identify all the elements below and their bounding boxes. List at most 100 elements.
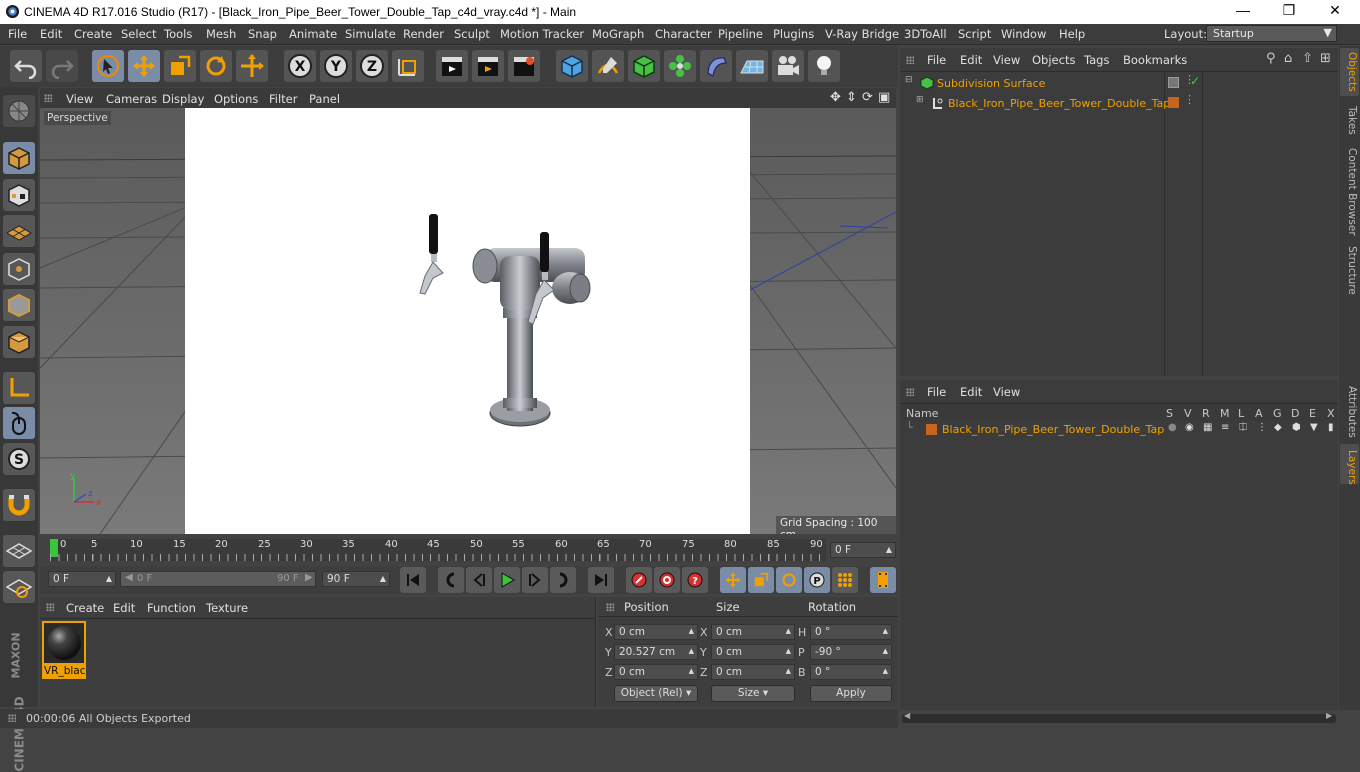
autokey-button[interactable] [654, 567, 680, 593]
tweak-mode-button[interactable] [3, 407, 35, 439]
material-menu-edit[interactable]: Edit [113, 601, 135, 615]
record-position-button[interactable] [720, 567, 746, 593]
camera-button[interactable] [772, 50, 804, 82]
texture-mode-button[interactable] [3, 179, 35, 211]
redo-button[interactable] [46, 50, 78, 82]
menu-character[interactable]: Character [655, 27, 712, 41]
pen-spline-button[interactable] [592, 50, 624, 82]
timeline-track[interactable]: 0 5 10 15 20 25 30 35 40 45 50 55 60 65 … [50, 539, 826, 561]
maximize-button[interactable]: ❐ [1266, 2, 1312, 22]
object-row[interactable]: ⊟ Subdivision Surface ⋮ ✓ [900, 73, 1338, 92]
apply-button[interactable]: Apply [810, 685, 892, 702]
next-key-button[interactable] [550, 567, 576, 593]
keyframe-selection-button[interactable]: ? [682, 567, 708, 593]
size-x-field[interactable]: 0 cm ▲ [711, 624, 795, 640]
menu-simulate[interactable]: Simulate [345, 27, 396, 41]
previous-key-button[interactable] [438, 567, 464, 593]
snap-button[interactable]: S [3, 443, 35, 475]
points-mode-button[interactable] [3, 253, 35, 285]
layout-dropdown[interactable]: Startup ▼ [1206, 25, 1337, 42]
collapse-icon[interactable]: ⊟ [905, 75, 913, 85]
go-to-end-button[interactable] [588, 567, 614, 593]
magnet-button[interactable] [3, 489, 35, 521]
search-icon[interactable]: ⚲ [1266, 51, 1276, 66]
position-x-field[interactable]: 0 cm ▲ [614, 624, 698, 640]
zoom-view-icon[interactable]: ⇕ [846, 90, 857, 105]
maximize-view-icon[interactable]: ▣ [878, 90, 890, 105]
new-view-icon[interactable]: ⊞ [1320, 51, 1331, 66]
tab-takes[interactable]: Takes [1341, 106, 1358, 135]
tab-attributes[interactable]: Attributes [1341, 386, 1358, 438]
spinner-icon[interactable]: ▲ [689, 667, 694, 675]
expand-icon[interactable]: ⊞ [916, 95, 924, 105]
spinner-icon[interactable]: ▲ [883, 627, 888, 635]
viewport-menu-options[interactable]: Options [214, 92, 258, 106]
editor-visibility-toggle[interactable] [1168, 77, 1179, 88]
deformer-button[interactable] [700, 50, 732, 82]
timeline-window-button[interactable] [870, 567, 896, 593]
render-settings-button[interactable] [508, 50, 540, 82]
menu-snap[interactable]: Snap [248, 27, 277, 41]
size-y-field[interactable]: 0 cm ▲ [711, 644, 795, 660]
subdivision-surface-button[interactable] [628, 50, 660, 82]
timeline-ruler[interactable]: 0 5 10 15 20 25 30 35 40 45 50 55 60 65 … [40, 535, 898, 565]
y-axis-lock-button[interactable]: Y [320, 50, 352, 82]
z-axis-lock-button[interactable]: Z [356, 50, 388, 82]
viewport-menu-panel[interactable]: Panel [309, 92, 340, 106]
viewport-menu-display[interactable]: Display [162, 92, 204, 106]
previous-frame-button[interactable] [466, 567, 492, 593]
rotation-h-field[interactable]: 0 ° ▲ [810, 624, 892, 640]
lock-icon[interactable]: ⎅ [1239, 422, 1247, 433]
cloner-button[interactable] [664, 50, 696, 82]
solo-dot-icon[interactable]: ● [1168, 422, 1177, 433]
minimize-button[interactable]: — [1220, 2, 1266, 22]
layers-menu-edit[interactable]: Edit [960, 385, 982, 399]
menu-mesh[interactable]: Mesh [206, 27, 236, 41]
scale-tool-button[interactable] [164, 50, 196, 82]
rotate-tool-button[interactable] [200, 50, 232, 82]
tab-layers[interactable]: Layers [1341, 450, 1358, 485]
start-frame-field[interactable]: 0 F ▲ [48, 571, 116, 587]
play-button[interactable] [494, 567, 520, 593]
position-y-field[interactable]: 20.527 cm ▲ [614, 644, 698, 660]
position-z-field[interactable]: 0 cm ▲ [614, 664, 698, 680]
menu-animate[interactable]: Animate [289, 27, 337, 41]
lock-workplane-button[interactable] [3, 535, 35, 567]
model-mode-button[interactable] [3, 142, 35, 174]
scroll-right-icon[interactable]: ▶ [1326, 711, 1332, 720]
object-name-tower[interactable]: Black_Iron_Pipe_Beer_Tower_Double_Tap [948, 97, 1170, 110]
visibility-dots-icon[interactable]: ⋮ [1184, 93, 1195, 106]
objects-menu-bookmarks[interactable]: Bookmarks [1123, 53, 1187, 67]
record-scale-button[interactable] [748, 567, 774, 593]
spinner-icon[interactable]: ▲ [689, 627, 694, 635]
menu-edit[interactable]: Edit [40, 27, 62, 41]
menu-mograph[interactable]: MoGraph [592, 27, 644, 41]
objects-menu-objects[interactable]: Objects [1032, 53, 1075, 67]
menu-select[interactable]: Select [121, 27, 156, 41]
menu-help[interactable]: Help [1059, 27, 1085, 41]
layer-color-swatch[interactable] [1168, 97, 1179, 108]
polygons-mode-button[interactable] [3, 326, 35, 358]
menu-tools[interactable]: Tools [164, 27, 192, 41]
spinner-icon[interactable]: ▲ [786, 647, 791, 655]
slider-left-arrow-icon[interactable]: ◀ [125, 572, 133, 583]
layers-horizontal-scrollbar[interactable]: ◀ ▶ [902, 711, 1336, 723]
spinner-icon[interactable]: ▲ [380, 574, 386, 583]
rotation-b-field[interactable]: 0 ° ▲ [810, 664, 892, 680]
viewport-menu-view[interactable]: View [66, 92, 93, 106]
objects-menu-file[interactable]: File [927, 53, 946, 67]
menu-3dtoall[interactable]: 3DToAll [904, 27, 947, 41]
layer-name[interactable]: Black_Iron_Pipe_Beer_Tower_Double_Tap [942, 423, 1164, 436]
close-button[interactable]: ✕ [1312, 2, 1358, 22]
perspective-viewport[interactable]: Perspective y xz Grid Spacing : 100 cm [40, 108, 896, 534]
end-frame-field[interactable]: 90 F ▲ [322, 571, 390, 587]
object-name-subdivision[interactable]: Subdivision Surface [937, 77, 1045, 90]
scroll-left-icon[interactable]: ◀ [904, 711, 910, 720]
size-mode-dropdown[interactable]: Size ▾ [711, 685, 795, 702]
layers-menu-view[interactable]: View [993, 385, 1020, 399]
spinner-icon[interactable]: ▲ [106, 574, 112, 583]
rotation-p-field[interactable]: -90 ° ▲ [810, 644, 892, 660]
transform-tool-button[interactable] [236, 50, 268, 82]
animation-icon[interactable]: ⋮ [1257, 422, 1267, 433]
record-point-level-button[interactable] [832, 567, 858, 593]
